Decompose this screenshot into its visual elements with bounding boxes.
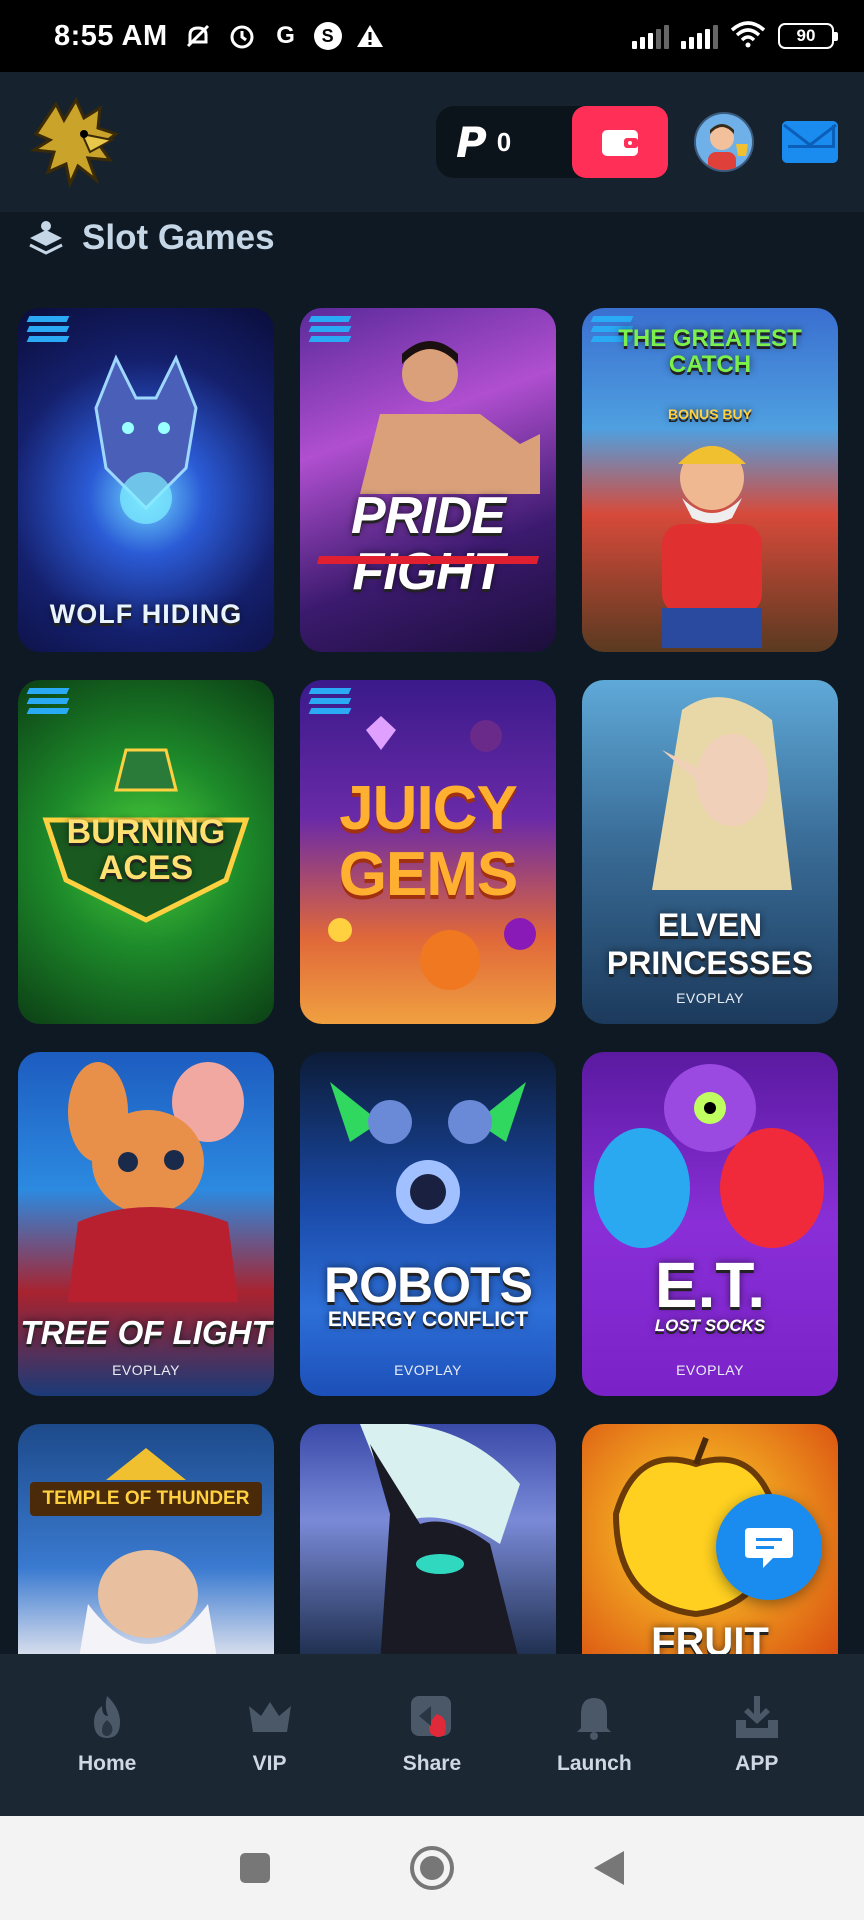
game-title: E.T. xyxy=(654,1249,766,1321)
nav-share[interactable]: Share xyxy=(367,1694,497,1776)
game-tile-tree-of-light[interactable]: TREE OF LIGHT EVOPLAY xyxy=(18,1052,274,1396)
nav-label: Share xyxy=(402,1752,462,1775)
fisherman-art xyxy=(662,446,762,648)
currency-symbol: P xyxy=(456,117,487,167)
game-subtitle: LOST SOCKS xyxy=(654,1316,766,1335)
google-icon: G xyxy=(276,22,295,49)
game-tile-pride-fight[interactable]: PRIDE FIGHT xyxy=(300,308,556,652)
section-title: Slot Games xyxy=(82,218,275,257)
game-title: WOLF HIDING xyxy=(49,599,243,629)
game-provider: EVOPLAY xyxy=(112,1362,180,1378)
game-title: TEMPLE OF THUNDER xyxy=(30,1482,262,1516)
game-title: ELVEN PRINCESSES xyxy=(606,907,814,981)
game-tile-et-lost-socks[interactable]: E.T. LOST SOCKS EVOPLAY xyxy=(582,1052,838,1396)
horse-art xyxy=(360,1424,520,1664)
game-title: PRIDE FIGHT xyxy=(351,487,506,601)
status-right: 90 xyxy=(632,20,838,53)
nav-app[interactable]: APP xyxy=(692,1694,822,1776)
signal-2-icon xyxy=(681,23,718,49)
warning-icon xyxy=(354,20,386,52)
game-tile-horse[interactable] xyxy=(300,1424,556,1664)
battery-level: 90 xyxy=(796,26,816,45)
game-title: ROBOTS xyxy=(324,1257,533,1313)
game-title: JUICY GEMS xyxy=(338,774,519,909)
zeus-art xyxy=(78,1550,218,1664)
wifi-icon xyxy=(730,20,766,53)
game-title: TREE OF LIGHT xyxy=(20,1314,272,1351)
app-screen: 8:55 AM G S 90 P 0 Slot Games WOLF HIDIN… xyxy=(0,0,864,1920)
download-icon xyxy=(735,1696,778,1738)
nav-label: Launch xyxy=(557,1752,632,1775)
balance-value: 0 xyxy=(496,126,512,157)
provider-logo-icon xyxy=(308,688,352,720)
game-title: THE GREATEST CATCH xyxy=(618,325,802,378)
home-icon[interactable] xyxy=(409,1845,455,1891)
game-grid: WOLF HIDING PRIDE FIGHT THE GREATEST CAT… xyxy=(18,308,846,1664)
game-provider: EVOPLAY xyxy=(394,1362,462,1378)
mail-icon[interactable] xyxy=(782,121,838,163)
back-icon[interactable] xyxy=(592,1849,626,1887)
signal-1-icon xyxy=(632,23,669,49)
game-title: BURNING ACES xyxy=(66,813,226,887)
mouse-art xyxy=(68,1062,244,1302)
game-subtitle: ENERGY CONFLICT xyxy=(327,1308,529,1331)
game-provider: EVOPLAY xyxy=(676,1362,744,1378)
status-bar: 8:55 AM G S 90 xyxy=(0,0,864,72)
alarm-icon xyxy=(226,20,258,52)
nav-launch[interactable]: Launch xyxy=(529,1694,659,1776)
section-header: Slot Games xyxy=(26,218,275,258)
nav-home[interactable]: Home xyxy=(42,1694,172,1776)
provider-logo-icon xyxy=(26,688,70,720)
elf-art xyxy=(652,697,792,890)
wallet-icon xyxy=(602,130,638,156)
nav-label: Home xyxy=(78,1752,137,1775)
wallet-button[interactable] xyxy=(572,106,668,178)
fighter-art xyxy=(360,341,540,494)
game-tile-juicy-gems[interactable]: JUICY GEMS xyxy=(300,680,556,1024)
nav-vip[interactable]: VIP xyxy=(205,1694,335,1776)
game-tile-greatest-catch[interactable]: THE GREATEST CATCH BONUS BUY xyxy=(582,308,838,652)
system-nav-bar xyxy=(0,1816,864,1920)
fruit-art xyxy=(328,918,536,990)
balance-display[interactable]: P 0 xyxy=(436,106,668,178)
eagle-logo-icon[interactable] xyxy=(26,94,122,190)
provider-logo-icon xyxy=(26,316,70,348)
game-tile-robots[interactable]: ROBOTS ENERGY CONFLICT EVOPLAY xyxy=(300,1052,556,1396)
app-header: P 0 xyxy=(0,72,864,212)
flame-icon xyxy=(94,1696,121,1738)
mute-alarm-icon xyxy=(182,20,214,52)
bell-icon xyxy=(577,1698,612,1740)
user-avatar[interactable] xyxy=(694,112,754,172)
bottom-nav: Home VIP Share Launch APP xyxy=(0,1654,864,1816)
wolf-art xyxy=(94,354,198,524)
game-tile-burning-aces[interactable]: BURNING ACES xyxy=(18,680,274,1024)
game-provider: EVOPLAY xyxy=(676,990,744,1006)
chat-icon xyxy=(745,1528,793,1568)
status-icons: G S xyxy=(182,20,386,52)
temple-roof-art xyxy=(106,1448,186,1480)
game-subtitle: BONUS BUY xyxy=(667,406,752,422)
gem-art xyxy=(366,716,502,752)
stack-icon xyxy=(29,221,63,255)
share-icon xyxy=(410,1696,451,1737)
game-tile-temple-of-thunder[interactable]: TEMPLE OF THUNDER xyxy=(18,1424,274,1664)
robots-art xyxy=(330,1082,526,1224)
recents-icon[interactable] xyxy=(238,1851,272,1885)
shazam-icon: S xyxy=(313,22,342,50)
title-underline xyxy=(316,556,540,564)
status-time: 8:55 AM xyxy=(54,19,168,52)
nav-label: VIP xyxy=(252,1752,287,1775)
battery-icon: 90 xyxy=(778,23,838,49)
chat-button[interactable] xyxy=(716,1494,822,1600)
game-tile-wolf-hiding[interactable]: WOLF HIDING xyxy=(18,308,274,652)
aliens-art xyxy=(594,1064,824,1248)
game-tile-elven-princesses[interactable]: ELVEN PRINCESSES EVOPLAY xyxy=(582,680,838,1024)
crown-icon xyxy=(248,1702,291,1732)
nav-label: APP xyxy=(735,1752,779,1775)
